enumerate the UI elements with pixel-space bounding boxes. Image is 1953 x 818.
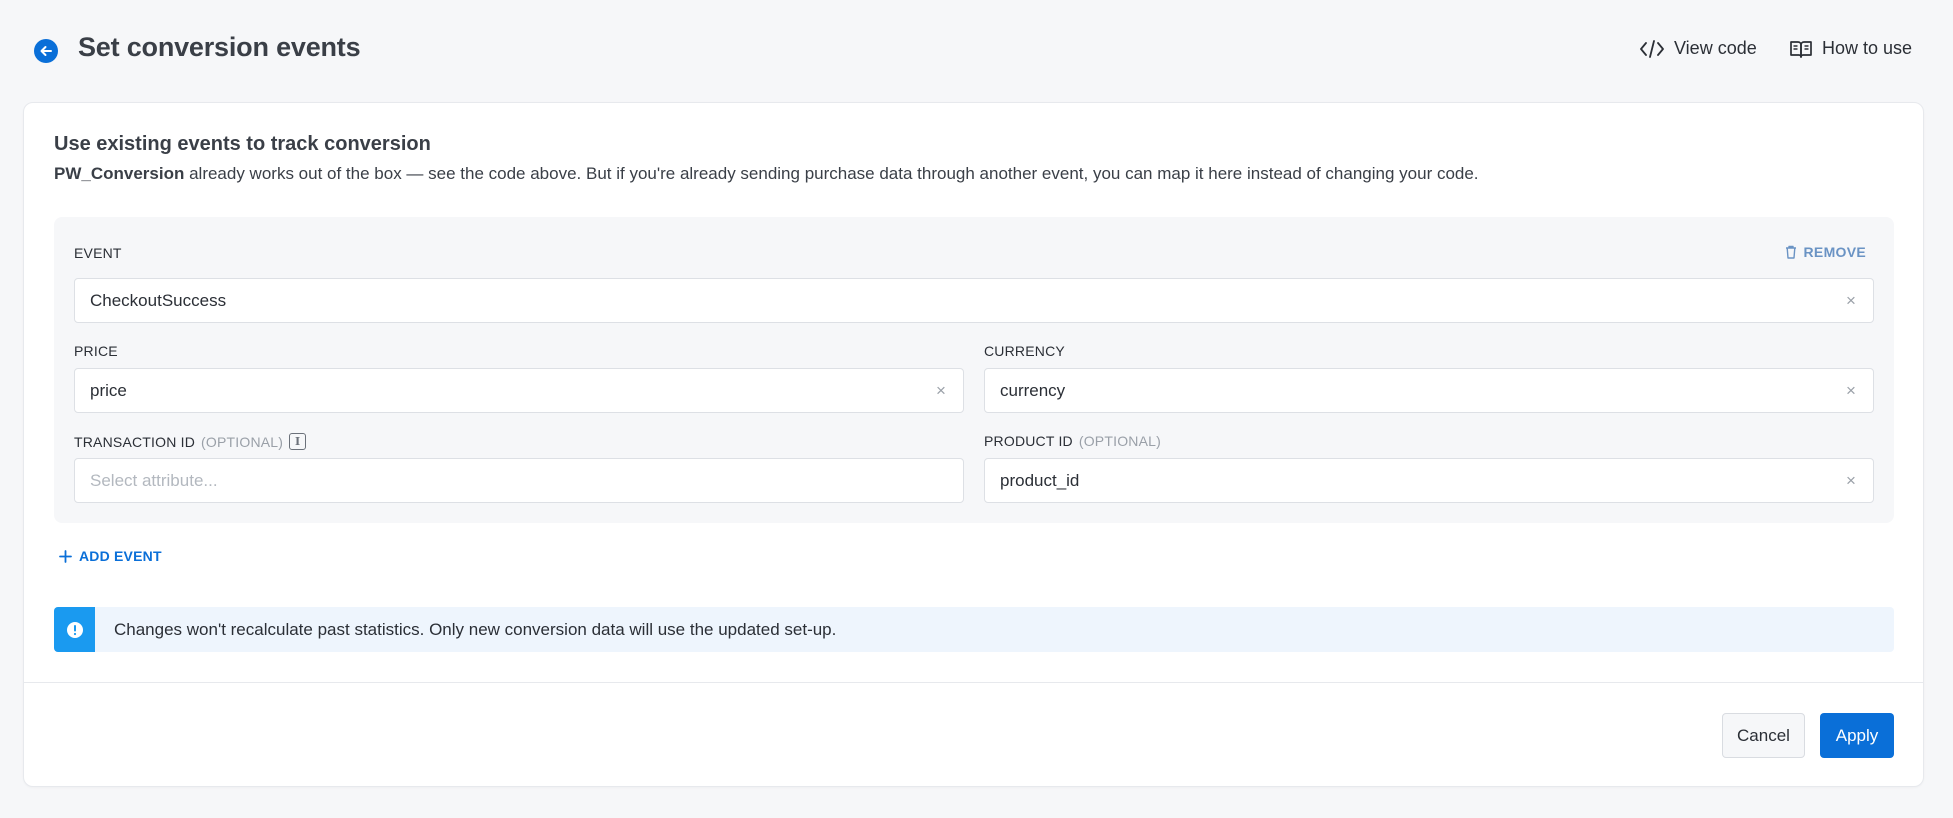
optional-tag: (OPTIONAL) xyxy=(1078,433,1161,449)
code-icon xyxy=(1640,39,1664,58)
back-arrow-icon[interactable] xyxy=(34,39,58,63)
clear-price-icon[interactable]: × xyxy=(934,381,948,401)
notice-accent-bar xyxy=(54,607,95,652)
event-mapping-block: EVENT REMOVE CheckoutSuccess × PRICE pri… xyxy=(54,217,1894,523)
currency-value: currency xyxy=(1000,380,1066,400)
remove-label: REMOVE xyxy=(1803,244,1866,260)
product-id-select[interactable]: product_id × xyxy=(984,458,1874,503)
product-label-text: PRODUCT ID xyxy=(984,433,1073,449)
event-name-highlight: PW_Conversion xyxy=(54,164,185,183)
currency-field-label: CURRENCY xyxy=(984,343,1065,359)
clear-currency-icon[interactable]: × xyxy=(1844,381,1858,401)
event-label-text: EVENT xyxy=(74,245,122,261)
price-field-label: PRICE xyxy=(74,343,118,359)
apply-button[interactable]: Apply xyxy=(1820,713,1894,758)
optional-tag: (OPTIONAL) xyxy=(201,433,284,450)
cancel-button[interactable]: Cancel xyxy=(1722,713,1805,758)
add-event-button[interactable]: ADD EVENT xyxy=(59,548,162,564)
notice-text: Changes won't recalculate past statistic… xyxy=(114,619,837,639)
alert-icon xyxy=(66,621,83,638)
product-id-field-label: PRODUCT ID (OPTIONAL) xyxy=(984,433,1161,449)
book-icon xyxy=(1790,40,1812,58)
price-label-text: PRICE xyxy=(74,343,118,359)
transaction-label-text: TRANSACTION ID xyxy=(74,433,196,450)
clear-product-id-icon[interactable]: × xyxy=(1844,471,1858,491)
section-description: PW_Conversion already works out of the b… xyxy=(54,164,1479,184)
info-notice: Changes won't recalculate past statistic… xyxy=(54,607,1894,652)
transaction-id-placeholder: Select attribute... xyxy=(90,470,218,490)
transaction-id-select[interactable]: Select attribute... xyxy=(74,458,964,503)
page-header: Set conversion events View code How to u… xyxy=(0,0,1953,100)
page-title: Set conversion events xyxy=(78,32,361,62)
how-to-use-button[interactable]: How to use xyxy=(1789,38,1912,59)
currency-select[interactable]: currency × xyxy=(984,368,1874,413)
event-field-label: EVENT xyxy=(74,245,122,261)
event-value: CheckoutSuccess xyxy=(90,290,227,310)
event-select[interactable]: CheckoutSuccess × xyxy=(74,278,1874,323)
footer-divider xyxy=(24,682,1923,683)
product-id-value: product_id xyxy=(1000,470,1080,490)
how-to-use-label: How to use xyxy=(1822,38,1913,58)
clear-event-icon[interactable]: × xyxy=(1844,291,1858,311)
view-code-label: View code xyxy=(1674,38,1757,58)
section-title: Use existing events to track conversion xyxy=(54,133,431,155)
view-code-button[interactable]: View code xyxy=(1639,38,1757,59)
remove-event-button[interactable]: REMOVE xyxy=(1785,244,1866,260)
price-select[interactable]: price × xyxy=(74,368,964,413)
trash-icon xyxy=(1785,245,1796,259)
price-value: price xyxy=(90,380,127,400)
transaction-id-field-label: TRANSACTION ID (OPTIONAL) i xyxy=(74,433,307,450)
conversion-card: Use existing events to track conversion … xyxy=(23,102,1924,787)
description-text: already works out of the box — see the c… xyxy=(184,164,1479,183)
info-icon[interactable]: i xyxy=(289,433,307,450)
add-event-label: ADD EVENT xyxy=(79,548,162,564)
currency-label-text: CURRENCY xyxy=(984,343,1065,359)
plus-icon xyxy=(59,549,72,563)
